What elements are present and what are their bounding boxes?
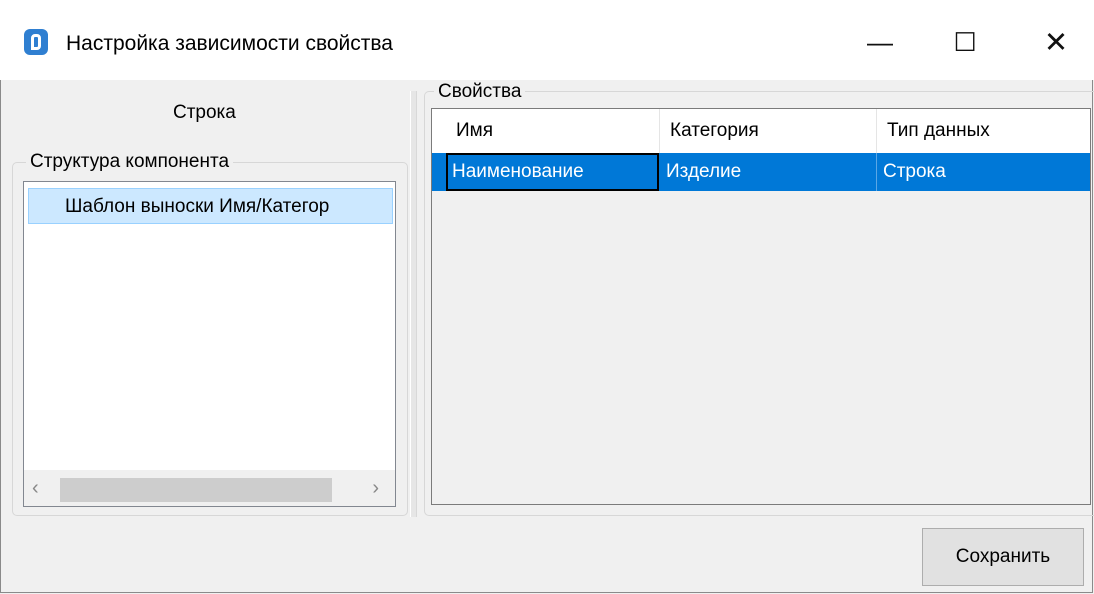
column-header-category[interactable]: Категория — [660, 109, 877, 153]
table-cell-data-type[interactable]: Строка — [877, 153, 1090, 191]
tree-item[interactable]: Шаблон выноски Имя/Категор — [28, 188, 393, 224]
component-tree[interactable]: Шаблон выноски Имя/Категор ‹ › — [23, 181, 396, 507]
table-cell-name[interactable]: Наименование — [446, 153, 659, 191]
minimize-button[interactable]: — — [850, 18, 910, 66]
component-structure-title: Структура компонента — [26, 151, 234, 173]
scroll-right-icon[interactable]: › — [372, 477, 379, 500]
table-cell-category[interactable]: Изделие — [660, 153, 877, 191]
title-bar: Настройка зависимости свойства — ☐ ✕ — [0, 0, 1094, 80]
panel-splitter[interactable] — [410, 91, 417, 517]
column-header-name[interactable]: Имя — [446, 109, 660, 153]
maximize-button[interactable]: ☐ — [935, 18, 995, 66]
scroll-left-icon[interactable]: ‹ — [32, 477, 39, 500]
save-button[interactable]: Сохранить — [922, 528, 1084, 586]
column-header-data-type[interactable]: Тип данных — [877, 109, 1090, 153]
close-button[interactable]: ✕ — [1026, 18, 1086, 66]
properties-grid[interactable]: Имя Категория Тип данных Наименование Из… — [431, 108, 1091, 505]
grid-header: Имя Категория Тип данных — [432, 109, 1090, 154]
table-row[interactable]: Наименование Изделие Строка — [432, 153, 1090, 191]
properties-group-title: Свойства — [434, 81, 526, 103]
data-type-label: Строка — [173, 102, 236, 123]
scroll-thumb[interactable] — [60, 478, 332, 502]
window-title: Настройка зависимости свойства — [66, 32, 393, 55]
tree-item-label: Шаблон выноски Имя/Категор — [65, 196, 330, 217]
horizontal-scrollbar[interactable]: ‹ › — [24, 470, 395, 506]
app-icon — [24, 29, 48, 55]
